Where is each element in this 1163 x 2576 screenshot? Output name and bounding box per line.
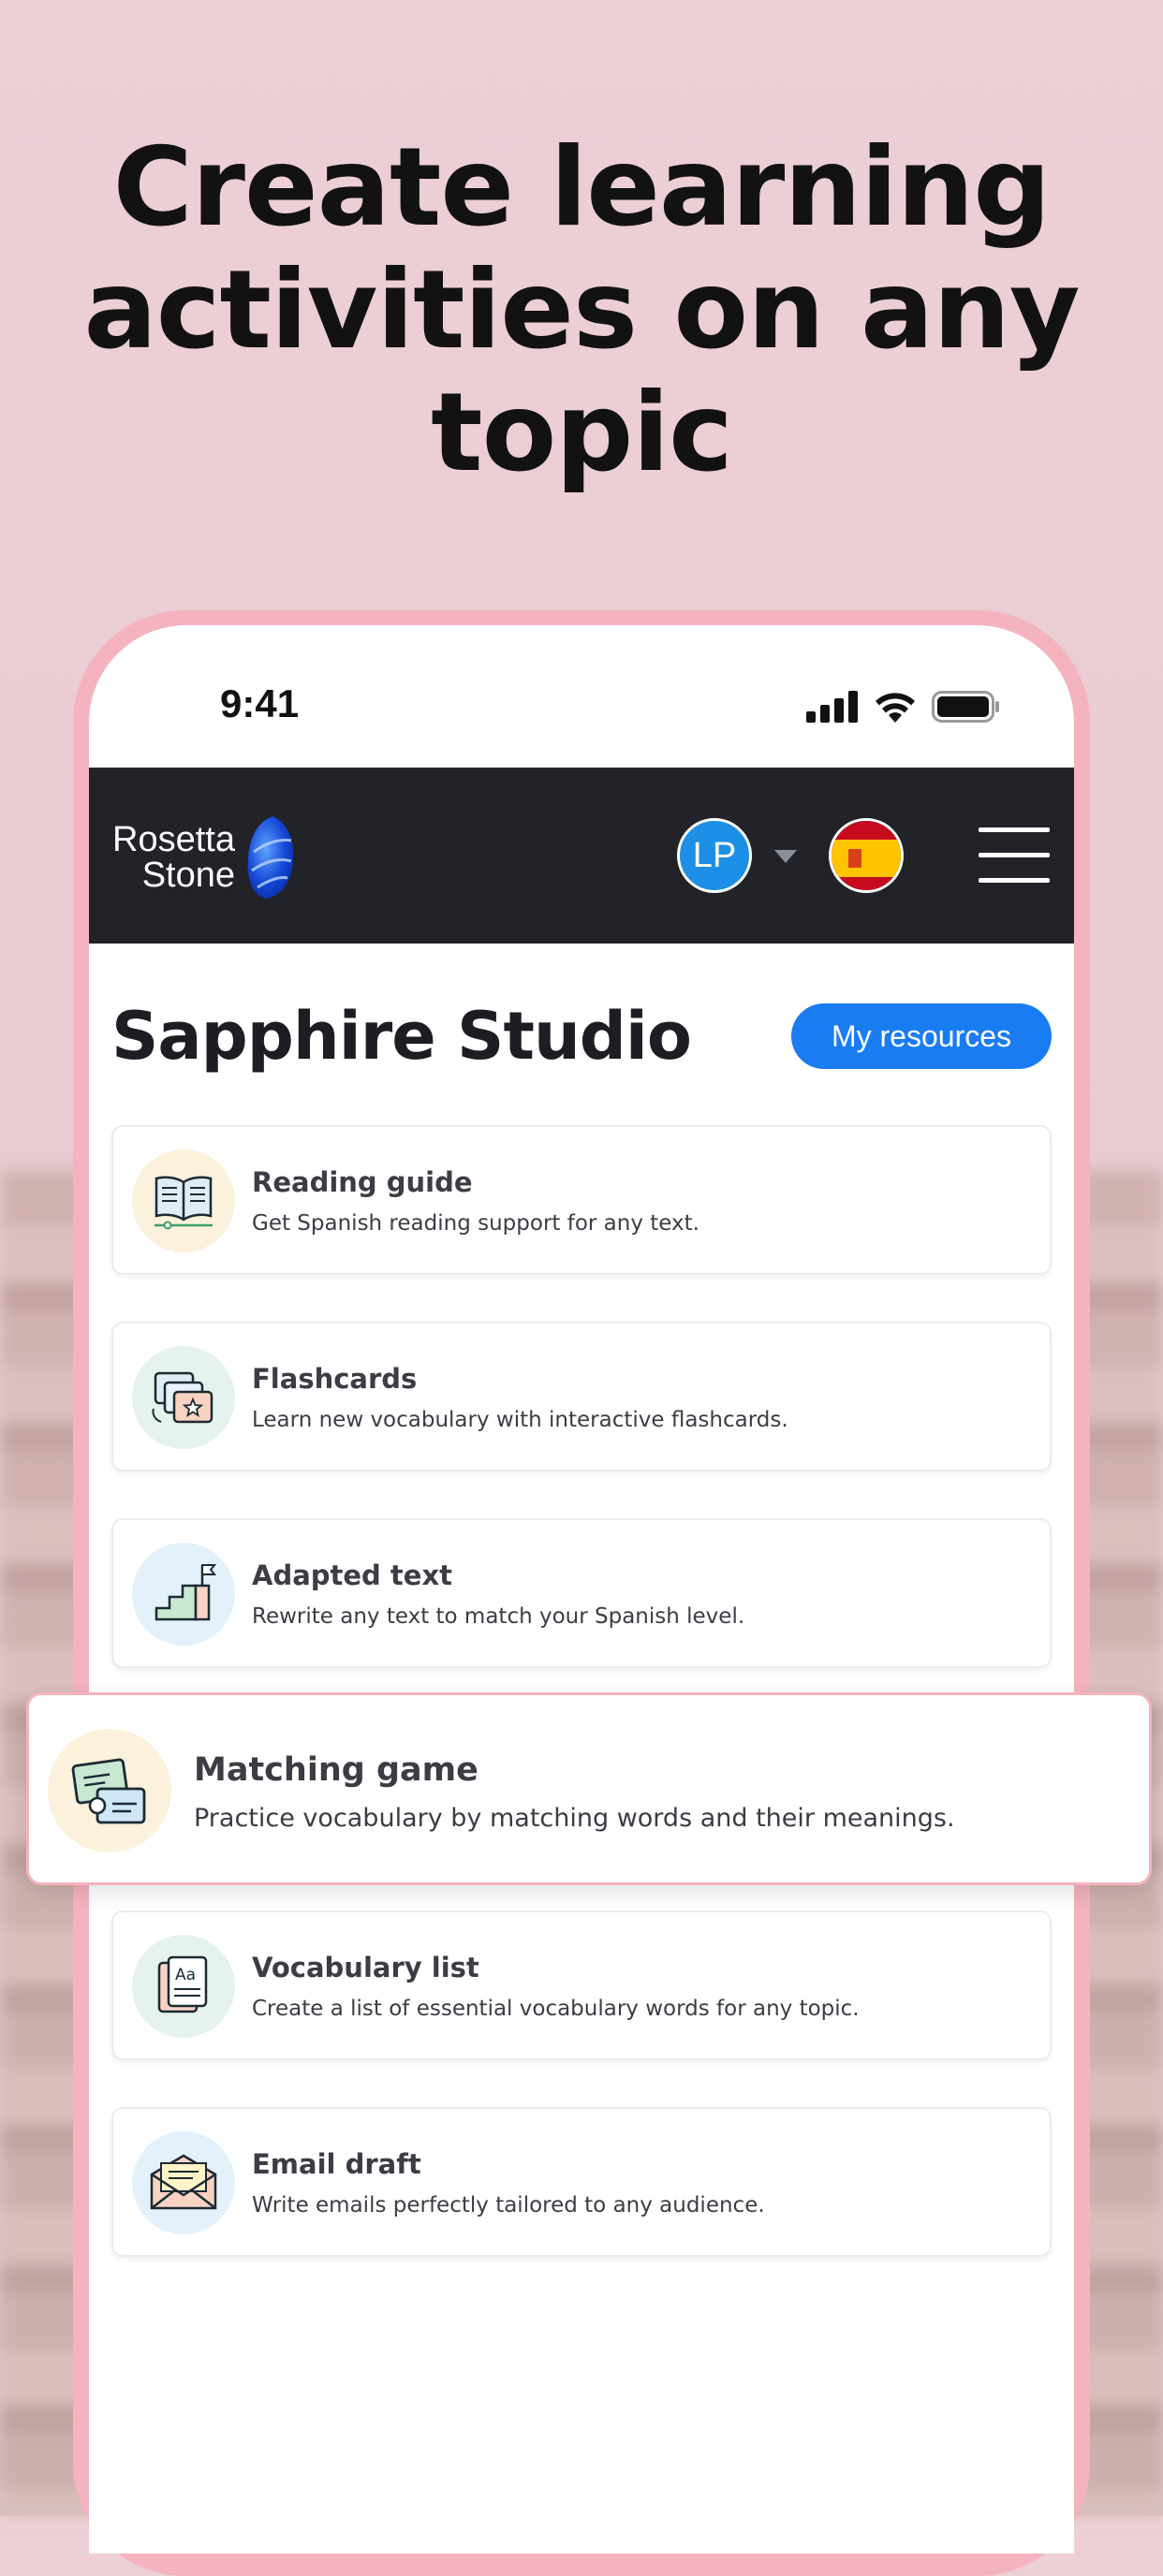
stairs-flag-icon [132,1543,235,1646]
user-avatar[interactable]: LP [677,818,752,893]
promo-headline: Create learning activities on any topic [83,124,1080,496]
battery-icon [932,691,999,723]
activity-title: Adapted text [252,1559,453,1591]
puzzle-cards-icon [48,1729,171,1852]
status-icons [806,691,1001,723]
app-navbar: Rosetta Stone LP [89,768,1074,944]
spain-flag-icon[interactable] [829,818,904,893]
activity-card-email-draft[interactable]: Email draft Write emails perfectly tailo… [111,2107,1052,2257]
logo-line-1: Rosetta [112,820,235,859]
wifi-icon [876,693,915,723]
activity-card-matching-game[interactable]: Matching game Practice vocabulary by mat… [26,1692,1152,1885]
sapphire-gem-icon [247,816,294,899]
signal-icon [806,691,858,723]
activity-title: Reading guide [252,1166,473,1198]
vocabulary-card-icon: Aa [132,1935,235,2038]
envelope-icon [132,2131,235,2234]
hamburger-menu-icon[interactable] [979,826,1050,886]
rosetta-stone-logo[interactable]: Rosetta Stone [111,822,235,893]
phone-screen: 9:41 Rosetta Stone LP Sapphire Studio My… [89,625,1074,2554]
flashcards-icon [132,1346,235,1449]
activity-description: Get Spanish reading support for any text… [252,1211,699,1236]
my-resources-button[interactable]: My resources [791,1003,1052,1069]
activity-title: Matching game [194,1751,478,1789]
logo-line-2: Stone [141,856,235,895]
svg-text:Aa: Aa [175,1966,196,1984]
activity-description: Create a list of essential vocabulary wo… [252,1997,860,2021]
chevron-down-icon[interactable] [774,850,797,863]
page-title: Sapphire Studio [111,998,692,1075]
activity-card-flashcards[interactable]: Flashcards Learn new vocabulary with int… [111,1322,1052,1471]
activity-description: Rewrite any text to match your Spanish l… [252,1604,745,1629]
activity-card-vocabulary-list[interactable]: Aa Vocabulary list Create a list of esse… [111,1910,1052,2060]
activity-card-reading-guide[interactable]: Reading guide Get Spanish reading suppor… [111,1125,1052,1275]
activity-title: Email draft [252,2148,421,2180]
status-time: 9:41 [220,681,300,725]
activity-description: Learn new vocabulary with interactive fl… [252,1408,788,1432]
activity-title: Flashcards [252,1363,418,1395]
activity-title: Vocabulary list [252,1952,479,1983]
activity-description: Practice vocabulary by matching words an… [194,1804,955,1833]
activity-description: Write emails perfectly tailored to any a… [252,2193,765,2217]
open-book-icon [132,1149,235,1252]
activity-card-adapted-text[interactable]: Adapted text Rewrite any text to match y… [111,1518,1052,1668]
